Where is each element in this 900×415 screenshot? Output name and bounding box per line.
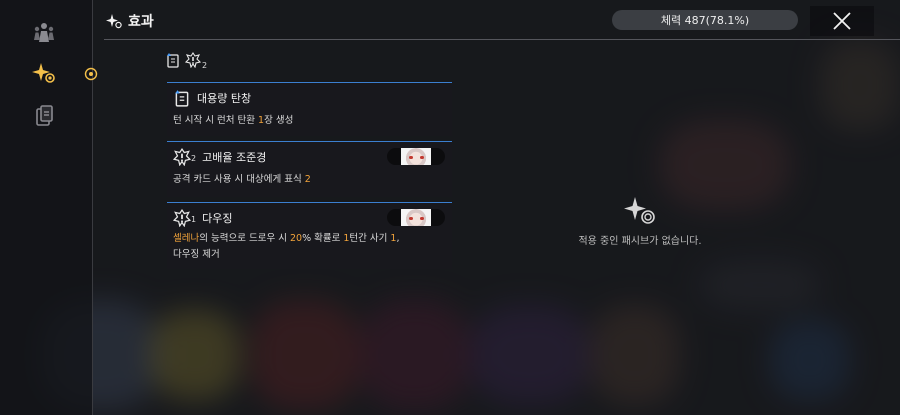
effect-summary: 2	[165, 52, 208, 70]
effect-description: 턴 시작 시 런처 탄환 1장 생성	[173, 115, 294, 126]
effect-stack-count: 2	[191, 153, 197, 163]
sparkle-swirl-icon	[624, 197, 655, 224]
active-indicator-icon	[84, 67, 98, 81]
empty-state-text: 적용 중인 패시브가 없습니다.	[578, 236, 702, 247]
effect-name: 대용량 탄창	[197, 92, 252, 105]
page-title-group: 효과	[106, 11, 154, 31]
card-deck-icon	[36, 105, 53, 126]
sidebar	[0, 0, 93, 415]
page-title: 효과	[128, 14, 154, 30]
exclamation-burst-icon	[173, 209, 191, 227]
effect-card-large-magazine[interactable]: 대용량 탄창 턴 시작 시 런처 탄환 1장 생성	[167, 82, 452, 136]
sidebar-item-effects[interactable]	[27, 56, 61, 90]
effect-stack-count: 1	[191, 214, 197, 224]
effect-description: 공격 카드 사용 시 대상에게 표식 2	[173, 174, 311, 185]
close-x-icon	[833, 12, 851, 30]
effect-card-dowsing[interactable]: 1 다우징 셀레나의 능력으로 드로우 시 20% 확률로 1턴간 사기 1, 다…	[167, 202, 452, 269]
hp-status: 체력 487(78.1%)	[612, 10, 798, 30]
passive-empty-state: 적용 중인 패시브가 없습니다.	[570, 196, 710, 247]
close-button[interactable]	[810, 6, 874, 36]
exclamation-burst-icon	[173, 148, 191, 166]
scroll-card-icon	[167, 53, 179, 68]
sparkle-effect-icon	[106, 14, 122, 29]
character-portrait	[387, 148, 445, 165]
sparkle-effect-icon	[32, 63, 55, 83]
effect-description: 셀레나의 능력으로 드로우 시 20% 확률로 1턴간 사기 1, 다우징 제거	[173, 233, 400, 260]
sidebar-item-deck[interactable]	[27, 99, 61, 133]
effect-name: 다우징	[202, 212, 233, 225]
effect-name: 고배율 조준경	[202, 151, 267, 164]
header-divider	[104, 39, 900, 40]
summary-count: 2	[202, 61, 208, 70]
character-portrait	[387, 209, 445, 226]
scroll-card-icon	[175, 90, 189, 107]
exclamation-burst-icon	[185, 52, 201, 68]
effect-card-high-zoom-scope[interactable]: 2 고배율 조준경 공격 카드 사용 시 대상에게 표식 2	[167, 141, 452, 197]
sidebar-item-party[interactable]	[27, 15, 61, 49]
party-icon	[34, 23, 54, 42]
